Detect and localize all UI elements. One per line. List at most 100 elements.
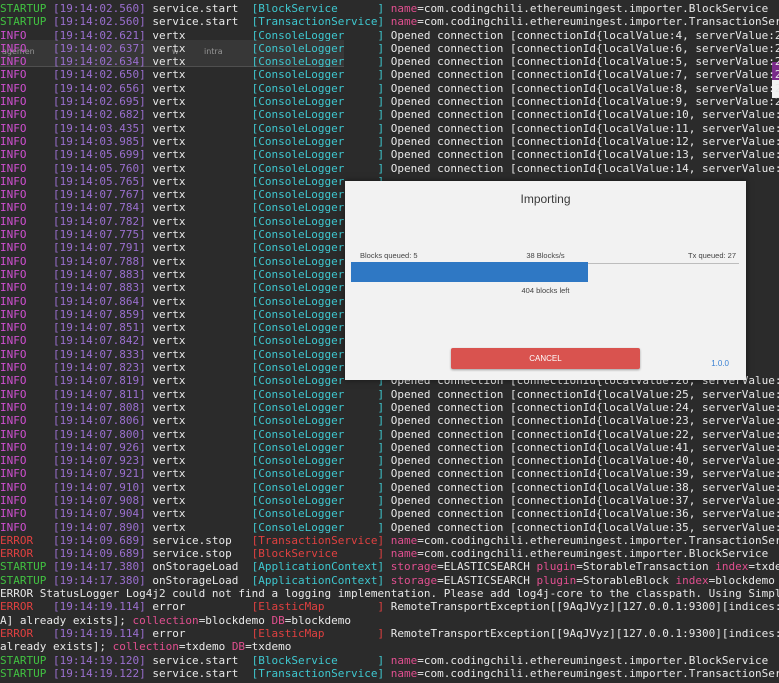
log-tag: [BlockService ] <box>251 653 385 667</box>
log-key: collection <box>112 640 179 654</box>
log-message: Opened connection [connectionId{localVal… <box>390 134 779 148</box>
log-sep <box>384 454 391 467</box>
log-line: INFO [19:14:07.910] vertx [ConsoleLogger… <box>0 481 779 494</box>
log-source: vertx <box>145 68 252 82</box>
log-message: Opened connection [connectionId{localVal… <box>390 81 779 95</box>
log-line: INFO [19:14:07.806] vertx [ConsoleLogger… <box>0 414 779 427</box>
log-value: =ELASTICSEARCH <box>437 560 537 574</box>
log-sep <box>384 560 391 573</box>
log-timestamp: [19:14:07.833] <box>52 347 146 361</box>
log-source: service.stop <box>145 547 252 561</box>
log-timestamp: [19:14:02.695] <box>52 95 146 109</box>
log-level: INFO <box>0 440 53 454</box>
log-line: STARTUP [19:14:17.380] onStorageLoad [Ap… <box>0 560 779 573</box>
log-key: name <box>390 547 418 561</box>
log-source: vertx <box>145 387 252 401</box>
log-source: vertx <box>145 334 252 348</box>
log-value: =blockdemo <box>708 573 775 587</box>
log-line: INFO [19:14:07.808] vertx [ConsoleLogger… <box>0 401 779 414</box>
log-timestamp: [19:14:07.800] <box>52 427 146 441</box>
log-source: vertx <box>145 520 252 534</box>
log-source: vertx <box>145 254 252 268</box>
log-timestamp: [19:14:07.890] <box>52 520 146 534</box>
log-value: =blockdemo <box>284 613 352 627</box>
log-line: A] already exists]; collection=blockdemo… <box>0 614 779 627</box>
log-tag: [ApplicationContext] <box>251 560 385 574</box>
log-source: vertx <box>145 81 252 95</box>
log-key: DB <box>231 640 246 654</box>
log-source: vertx <box>145 121 252 135</box>
log-tag: [ConsoleLogger ] <box>251 81 385 95</box>
log-timestamp: [19:14:07.859] <box>52 307 146 321</box>
log-line: INFO [19:14:02.656] vertx [ConsoleLogger… <box>0 82 779 95</box>
log-timestamp: [19:14:02.560] <box>52 15 146 29</box>
log-sep <box>384 2 391 15</box>
log-tag: [ConsoleLogger ] <box>251 95 385 109</box>
log-tag: [ConsoleLogger ] <box>251 400 385 414</box>
log-key: name <box>390 15 418 29</box>
log-sep <box>384 428 391 441</box>
log-level: INFO <box>0 254 53 268</box>
blocks-left: 404 blocks left <box>521 286 570 295</box>
log-value: =com.codingchili.ethereumingest.importer… <box>417 653 769 667</box>
log-line: INFO [19:14:02.695] vertx [ConsoleLogger… <box>0 95 779 108</box>
log-level: INFO <box>0 161 53 175</box>
log-message: Opened connection [connectionId{localVal… <box>390 493 779 507</box>
log-timestamp: [19:14:07.791] <box>52 241 146 255</box>
log-level: INFO <box>0 267 53 281</box>
log-source: vertx <box>145 161 252 175</box>
log-tag: [ConsoleLogger ] <box>251 467 385 481</box>
log-source: vertx <box>145 307 252 321</box>
log-timestamp: [19:14:02.656] <box>52 81 146 95</box>
log-line: INFO [19:14:07.800] vertx [ConsoleLogger… <box>0 428 779 441</box>
log-message: RemoteTransportException[[9AqJVyz][127.0… <box>390 626 779 640</box>
log-tag: [ConsoleLogger ] <box>251 161 385 175</box>
log-line: already exists]; collection=txdemo DB=tx… <box>0 640 779 653</box>
log-timestamp: [19:14:07.926] <box>52 440 146 454</box>
log-level: INFO <box>0 467 53 481</box>
log-message: Opened connection [connectionId{localVal… <box>390 507 779 521</box>
log-line: ERROR StatusLogger Log4j2 could not find… <box>0 587 779 600</box>
log-level: INFO <box>0 68 53 82</box>
log-timestamp: [19:14:07.784] <box>52 201 146 215</box>
log-line: STARTUP [19:14:19.120] service.start [Bl… <box>0 654 779 667</box>
cancel-button[interactable]: CANCEL <box>451 348 640 369</box>
log-value: =com.codingchili.ethereumingest.importer… <box>417 2 769 15</box>
log-sep <box>384 95 391 108</box>
log-timestamp: [19:14:07.842] <box>52 334 146 348</box>
log-message: Opened connection [connectionId{localVal… <box>390 108 779 122</box>
log-message: Opened connection [connectionId{localVal… <box>390 161 779 175</box>
log-sep <box>384 521 391 534</box>
log-level: STARTUP <box>0 560 53 574</box>
log-source: vertx <box>145 108 252 122</box>
log-key: collection <box>132 613 199 627</box>
log-timestamp: [19:14:05.760] <box>52 161 146 175</box>
log-level: INFO <box>0 55 53 69</box>
log-timestamp: [19:14:19.114] <box>52 600 146 614</box>
log-timestamp: [19:14:07.819] <box>52 374 146 388</box>
log-timestamp: [19:14:07.806] <box>52 414 146 428</box>
log-line: INFO [19:14:02.634] vertx [ConsoleLogger… <box>0 55 779 68</box>
log-sep <box>384 467 391 480</box>
progress-bar <box>351 262 588 282</box>
log-message: Opened connection [connectionId{localVal… <box>390 68 779 82</box>
log-timestamp: [19:14:07.883] <box>52 267 146 281</box>
log-key: name <box>390 533 418 547</box>
log-tag: [ConsoleLogger ] <box>251 148 385 162</box>
log-timestamp: [19:14:07.923] <box>52 454 146 468</box>
log-level: INFO <box>0 174 53 188</box>
log-sep <box>384 494 391 507</box>
log-key: name <box>390 653 418 667</box>
log-sep <box>384 600 391 613</box>
log-sep <box>384 55 391 68</box>
log-source: error <box>145 600 252 614</box>
log-line: INFO [19:14:07.890] vertx [ConsoleLogger… <box>0 521 779 534</box>
log-timestamp: [19:14:07.823] <box>52 361 146 375</box>
log-source: vertx <box>145 454 252 468</box>
log-sep <box>384 148 391 161</box>
log-level: INFO <box>0 374 53 388</box>
log-message: Opened connection [connectionId{localVal… <box>390 454 779 468</box>
log-sep <box>384 441 391 454</box>
log-source: service.start <box>145 15 252 29</box>
log-timestamp: [19:14:07.921] <box>52 467 146 481</box>
